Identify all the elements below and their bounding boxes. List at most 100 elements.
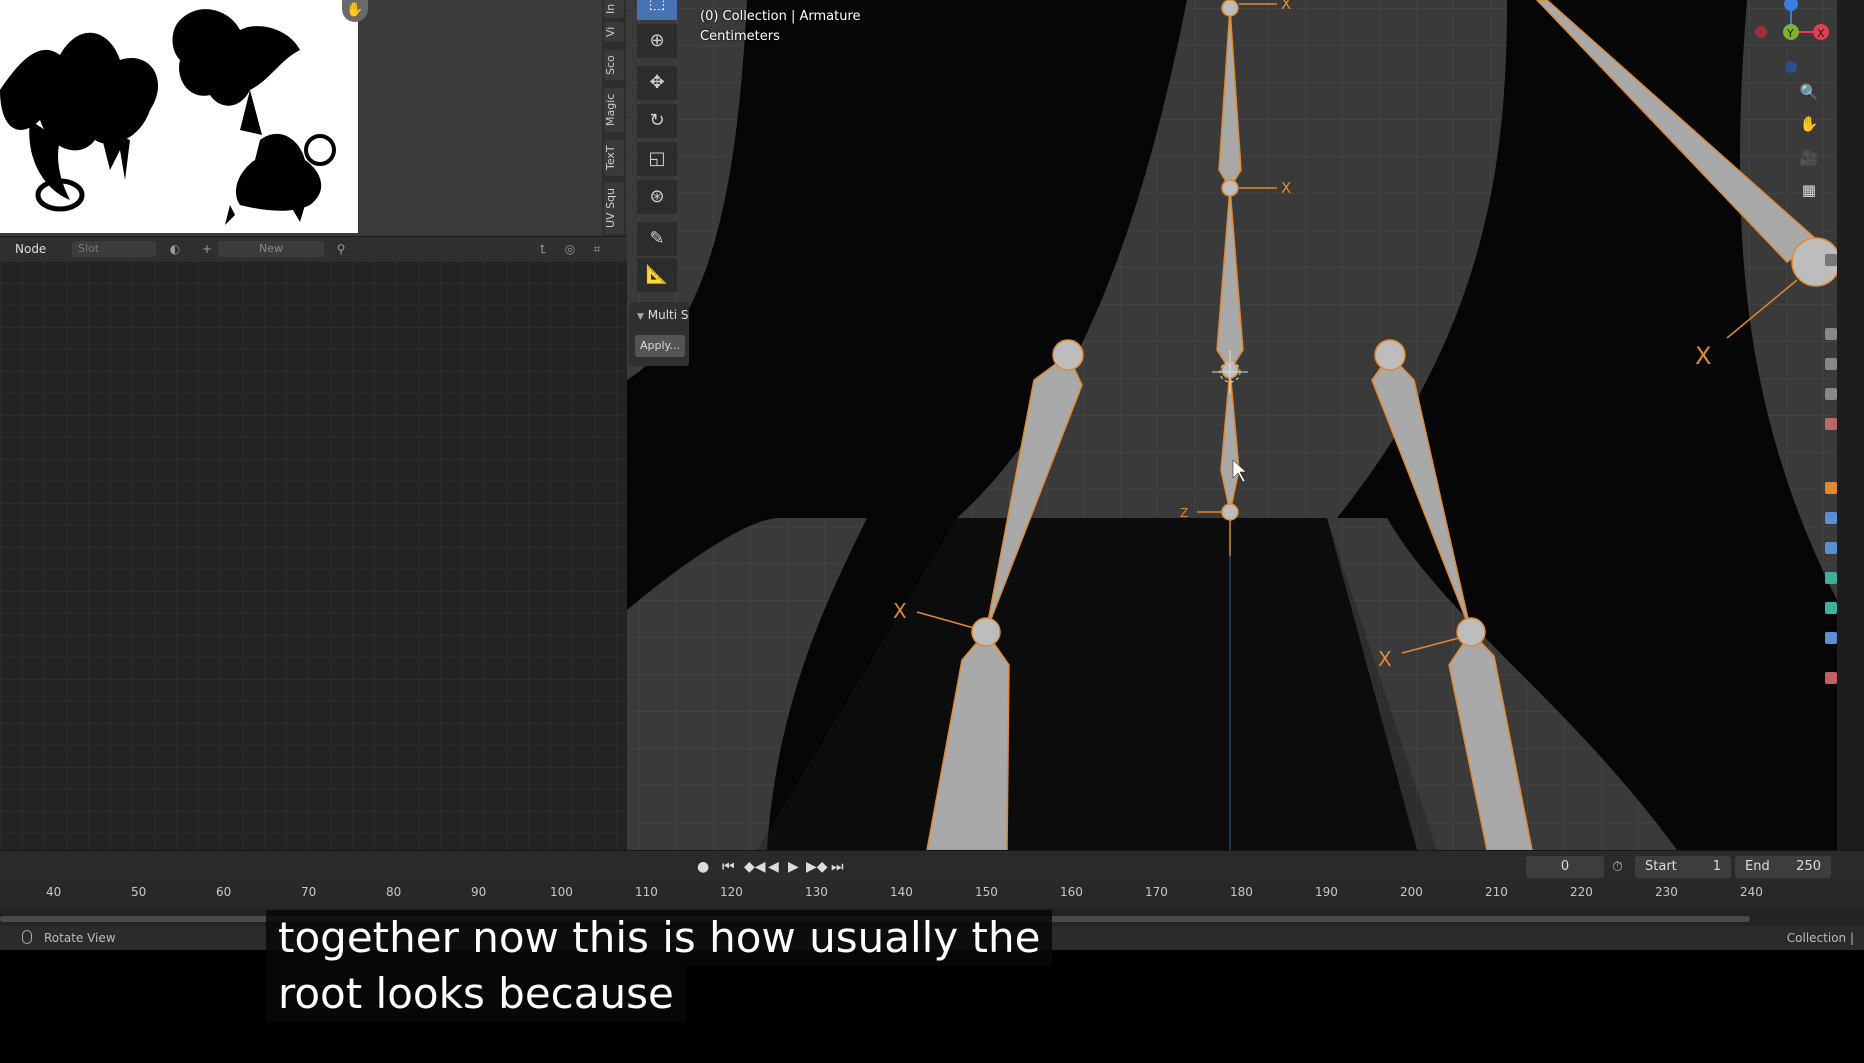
frame-tick: 150 [975,885,998,899]
end-frame-field[interactable]: End 250 [1735,856,1831,878]
tab-uv-squ[interactable]: UV Squ [604,182,624,234]
start-value: 1 [1712,859,1721,874]
plus-icon[interactable]: + [198,241,216,257]
mouse-icon [22,930,32,944]
tool-tab-icon[interactable] [1825,254,1837,266]
tab-sco[interactable]: Sco [604,50,624,80]
measure-icon[interactable]: 📐 [637,258,677,292]
tab-in[interactable]: In [604,0,624,18]
navigation-gizmo[interactable]: X Y 🔍 ✋ 🎥 ▦ [1727,0,1837,220]
frame-tick: 230 [1655,885,1678,899]
frame-tick: 240 [1740,885,1763,899]
frame-tick: 90 [471,885,487,899]
cursor-icon[interactable]: ⊕ [637,24,677,58]
expand-triangle-icon[interactable]: ▼ [637,312,644,322]
subtitle-line: together now this is how usually the [266,910,1053,966]
grid-view-icon[interactable]: ▦ [1795,176,1823,204]
jump-start-icon[interactable]: ⏮ [722,859,735,875]
pan-hand-icon[interactable]: ✋ [1795,110,1823,138]
apply-button[interactable]: Apply... [635,335,685,357]
node-menu[interactable]: Node [15,242,46,256]
frame-tick: 210 [1485,885,1508,899]
tool-shelf: ⬚ ⊕ ✥ ↻ ◱ ⊛ ✎ 📐 [637,0,677,292]
zoom-icon[interactable]: 🔍 [1795,78,1823,106]
timeline-ruler[interactable]: 40 50 60 70 80 90 100 110 120 130 140 15… [0,882,1864,908]
transform-icon[interactable]: ⊛ [637,180,677,214]
slot-dropdown[interactable]: Slot [72,241,156,257]
bone-tab-icon[interactable] [1825,602,1837,614]
play-reverse-icon[interactable]: ◀ [768,859,779,875]
render-tab-icon[interactable] [1825,328,1837,340]
unit-info: Centimeters [700,29,780,44]
node-editor-canvas[interactable] [0,261,627,850]
armature-tab-icon[interactable] [1825,572,1837,584]
constraint-tab-icon[interactable] [1825,632,1837,644]
view-layer-tab-icon[interactable] [1825,388,1837,400]
frame-tick: 130 [805,885,828,899]
svg-text:Y: Y [1786,27,1794,40]
tab-magic[interactable]: Magic [604,88,624,132]
camera-icon[interactable]: 🎥 [1795,144,1823,172]
node-editor-header: Node Slot ◐ + New ⚲ ⮤ ◎ ⌗ [0,236,627,261]
scale-icon[interactable]: ◱ [637,142,677,176]
start-frame-field[interactable]: Start 1 [1635,856,1731,878]
jump-keyframe-back-icon[interactable]: ◆◀ [744,859,766,875]
start-label: Start [1645,859,1677,874]
parent-node-icon[interactable]: ⮤ [534,241,552,257]
frame-tick: 220 [1570,885,1593,899]
axis-label-x: X [1281,179,1291,197]
annotate-icon[interactable]: ✎ [637,222,677,256]
jump-keyframe-forward-icon[interactable]: ▶◆ [806,859,828,875]
subtitle-line: root looks because [266,966,686,1022]
current-frame-field[interactable]: 0 [1526,856,1604,878]
3d-cursor [1212,350,1248,394]
axis-label-x: X [1378,647,1392,671]
timeline-header: ● ⏮ ◆◀ ◀ ▶ ▶◆ ⏭ 0 ⏱ Start 1 End 250 [0,850,1864,883]
tab-vi[interactable]: Vi [604,22,624,42]
scene-tab-icon[interactable] [1825,418,1837,430]
hand-icon[interactable]: ✋ [342,0,368,22]
blender-window: ✋ In Vi Sco Magic TexT UV Squ Node Slot … [0,0,1864,950]
frame-tick: 70 [301,885,317,899]
snap-icon[interactable]: ◎ [561,241,579,257]
material-icon[interactable]: ◐ [166,241,184,257]
armature-scene: X X Z X X X [627,0,1837,850]
video-subtitle: together now this is how usually the roo… [266,910,1053,1022]
object-tab-icon[interactable] [1825,482,1837,494]
snap-options-icon[interactable]: ⌗ [588,241,606,257]
rotate-icon[interactable]: ↻ [637,104,677,138]
record-icon[interactable]: ● [697,859,709,875]
stopwatch-icon[interactable]: ⏱ [1612,859,1623,875]
jump-end-icon[interactable]: ⏭ [831,859,844,875]
modifier-tab-icon[interactable] [1825,512,1837,524]
axis-label-x: X [1695,342,1711,370]
operation-title: Multi S [647,308,689,322]
tab-text[interactable]: TexT [604,140,624,176]
end-value: 250 [1796,859,1821,874]
image-editor-panel: ✋ In Vi Sco Magic TexT UV Squ [0,0,627,236]
output-tab-icon[interactable] [1825,358,1837,370]
frame-tick: 170 [1145,885,1168,899]
status-hint: Rotate View [44,931,116,945]
frame-tick: 40 [46,885,62,899]
reference-image [0,0,358,233]
properties-tab-strip [1823,240,1837,700]
last-operation-panel[interactable]: ▼ Multi S Apply... [629,302,689,366]
axis-label-z: Z [1180,506,1188,520]
physics-tab-icon[interactable] [1825,542,1837,554]
status-collection: Collection | [1786,931,1854,945]
frame-tick: 180 [1230,885,1253,899]
svg-text:X: X [1817,27,1825,40]
texture-tab-icon[interactable] [1825,672,1837,684]
frame-tick: 140 [890,885,913,899]
end-label: End [1745,859,1770,874]
frame-tick: 50 [131,885,147,899]
move-icon[interactable]: ✥ [637,66,677,100]
new-material-button[interactable]: New [218,241,324,257]
select-box-icon[interactable]: ⬚ [637,0,677,20]
frame-tick: 110 [635,885,658,899]
pin-icon[interactable]: ⚲ [332,241,350,257]
3d-viewport[interactable]: X X Z X X X (0) Collection | Armature Ce… [627,0,1837,850]
frame-tick: 120 [720,885,743,899]
play-icon[interactable]: ▶ [788,859,799,875]
